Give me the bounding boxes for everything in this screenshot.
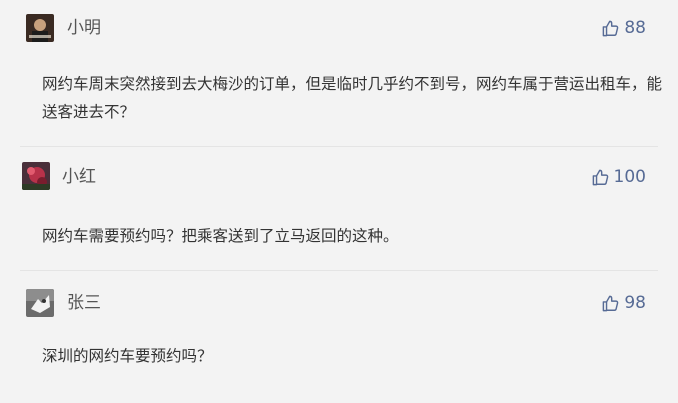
- comment-text: 网约车周末突然接到去大梅沙的订单，但是临时几乎约不到号，网约车属于营运出租车，能…: [42, 75, 663, 121]
- avatar[interactable]: [26, 14, 54, 42]
- username[interactable]: 小明: [67, 17, 101, 39]
- like-button[interactable]: 88: [601, 17, 646, 39]
- like-count: 88: [624, 18, 646, 38]
- comment-text: 网约车需要预约吗？把乘客送到了立马返回的这种。: [42, 227, 399, 245]
- divider: [20, 146, 658, 147]
- thumbs-up-icon: [592, 169, 608, 185]
- username[interactable]: 张三: [67, 292, 101, 314]
- comment-text: 深圳的网约车要预约吗？: [42, 347, 213, 365]
- like-button[interactable]: 100: [591, 166, 646, 188]
- like-button[interactable]: 98: [601, 292, 646, 314]
- like-count: 98: [624, 293, 646, 313]
- thumbs-up-icon: [603, 295, 619, 311]
- avatar[interactable]: [26, 289, 54, 317]
- like-count: 100: [613, 167, 646, 187]
- thumbs-up-icon: [603, 20, 619, 36]
- username[interactable]: 小红: [62, 166, 96, 188]
- avatar[interactable]: [22, 162, 50, 190]
- divider: [20, 270, 658, 271]
